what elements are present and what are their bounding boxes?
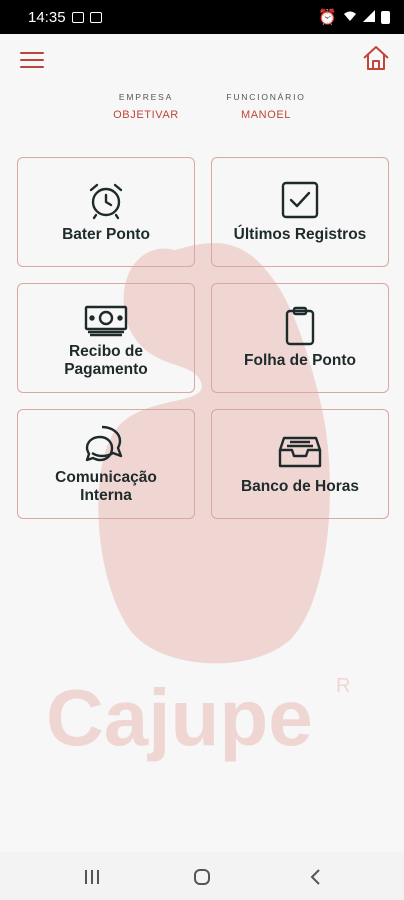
home-circle-icon bbox=[194, 869, 210, 885]
tile-label: Recibo de Pagamento bbox=[64, 343, 148, 378]
chat-bubbles-icon bbox=[85, 425, 123, 462]
company-label: EMPRESA bbox=[118, 92, 174, 102]
home-icon bbox=[363, 46, 389, 70]
status-bar: 14:35 ⏰ bbox=[0, 0, 404, 34]
clipboard-icon bbox=[285, 306, 315, 346]
battery-icon bbox=[381, 10, 390, 24]
menu-icon-line bbox=[20, 52, 44, 54]
back-button[interactable] bbox=[304, 866, 328, 888]
home-nav-button[interactable] bbox=[190, 866, 214, 888]
signal-icon bbox=[363, 9, 375, 26]
status-left: 14:35 bbox=[28, 9, 102, 26]
status-time: 14:35 bbox=[28, 8, 66, 26]
home-button[interactable] bbox=[362, 44, 390, 72]
status-right: ⏰ bbox=[318, 8, 390, 26]
bater-ponto-button[interactable]: Bater Ponto bbox=[17, 157, 195, 267]
banknote-icon bbox=[84, 305, 128, 337]
menu-button[interactable] bbox=[20, 52, 44, 70]
menu-icon-line bbox=[20, 59, 44, 61]
gallery-icon bbox=[71, 11, 84, 23]
notification-icon bbox=[89, 11, 102, 23]
company-info: EMPRESA OBJETIVAR bbox=[108, 92, 184, 121]
banco-horas-button[interactable]: Banco de Horas bbox=[211, 409, 389, 519]
tile-label: Folha de Ponto bbox=[244, 352, 356, 369]
menu-icon-line bbox=[20, 66, 44, 68]
wifi-icon bbox=[343, 9, 357, 26]
company-value: OBJETIVAR bbox=[113, 109, 179, 121]
employee-info: FUNCIONÁRIO MANOEL bbox=[222, 92, 310, 121]
company-employee-info: EMPRESA OBJETIVAR FUNCIONÁRIO MANOEL bbox=[0, 92, 404, 132]
tile-label: Últimos Registros bbox=[233, 226, 367, 243]
employee-label: FUNCIONÁRIO bbox=[226, 92, 306, 102]
brand-text: Cajupe bbox=[46, 673, 313, 762]
employee-value: MANOEL bbox=[240, 109, 292, 121]
tile-label: Bater Ponto bbox=[62, 226, 150, 243]
recibo-pagamento-button[interactable]: Recibo de Pagamento bbox=[17, 283, 195, 393]
app-header bbox=[0, 34, 404, 84]
alarm-icon: ⏰ bbox=[318, 9, 337, 26]
recents-icon bbox=[85, 870, 99, 884]
inbox-tray-icon bbox=[278, 436, 322, 468]
tile-label: Banco de Horas bbox=[240, 478, 359, 495]
system-nav-bar bbox=[0, 852, 404, 900]
comunicacao-interna-button[interactable]: Comunicação Interna bbox=[17, 409, 195, 519]
ultimos-registros-button[interactable]: Últimos Registros bbox=[211, 157, 389, 267]
folha-ponto-button[interactable]: Folha de Ponto bbox=[211, 283, 389, 393]
registered-mark: R bbox=[336, 675, 350, 697]
back-chevron-icon bbox=[310, 869, 320, 885]
alarm-clock-icon bbox=[89, 183, 123, 220]
recents-button[interactable] bbox=[80, 866, 104, 888]
checkbox-icon bbox=[281, 181, 319, 219]
tile-label: Comunicação Interna bbox=[55, 469, 157, 504]
